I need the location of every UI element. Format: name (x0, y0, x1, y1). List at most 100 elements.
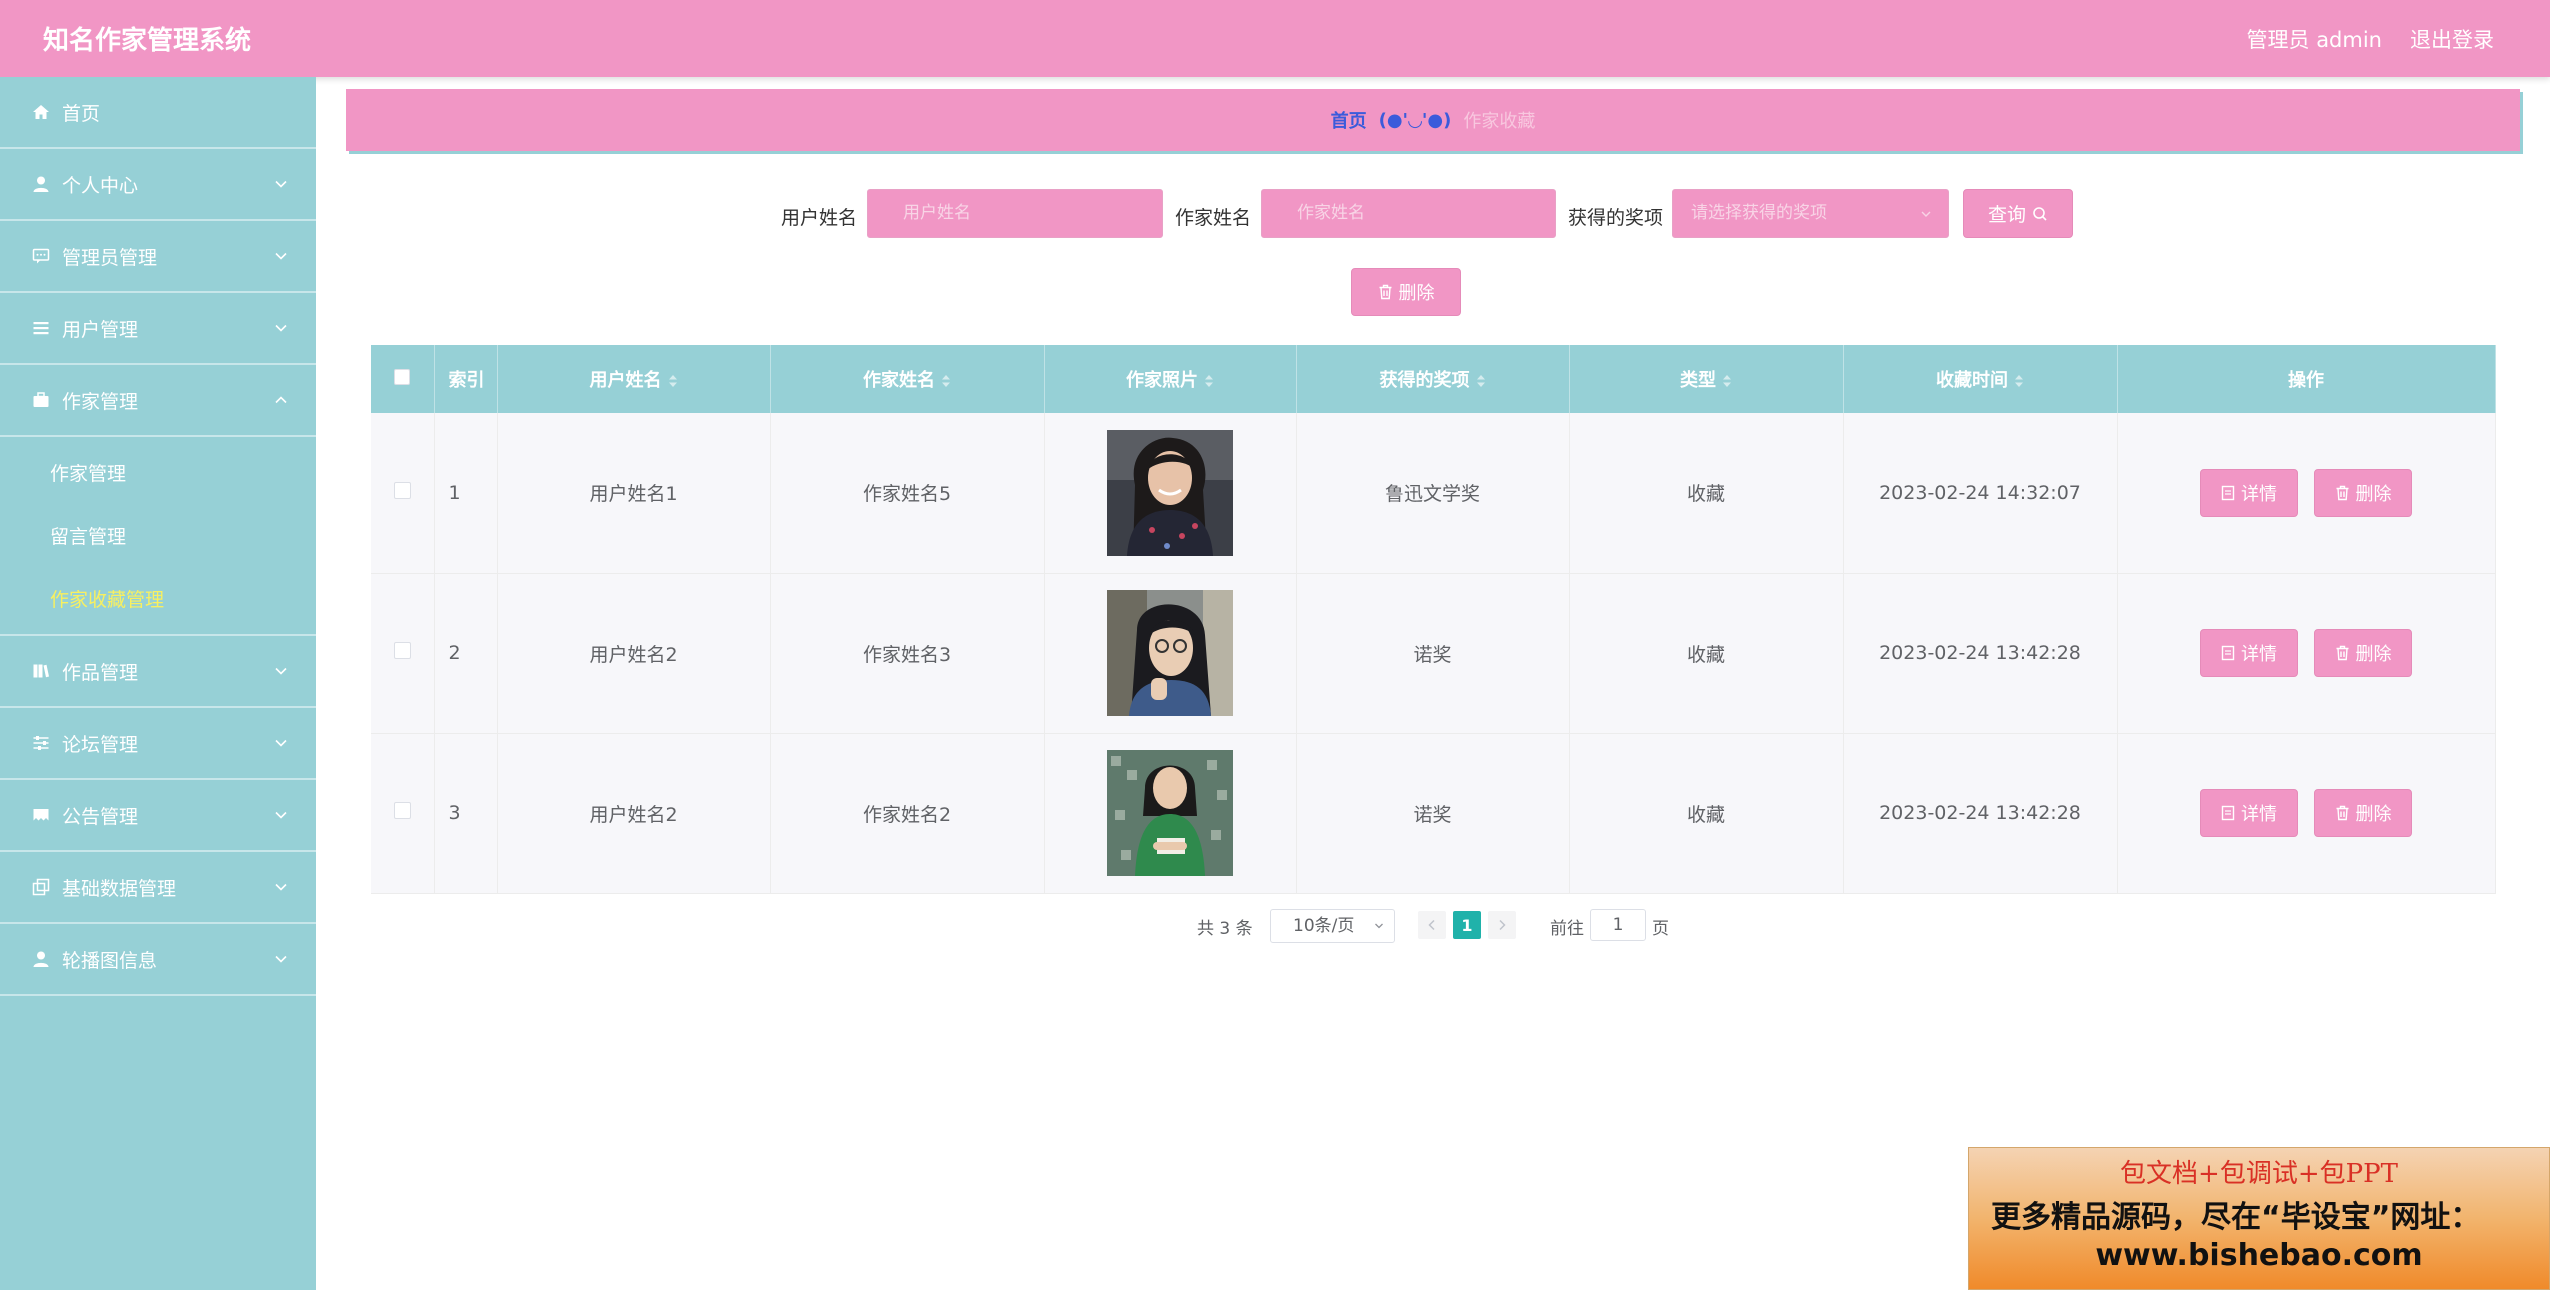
header-collect-time-label: 收藏时间 (1936, 370, 2008, 391)
writers-submenu: 作家管理 留言管理 作家收藏管理 (0, 437, 316, 636)
app-title: 知名作家管理系统 (43, 26, 252, 56)
sidebar-item-home[interactable]: 首页 (0, 77, 316, 149)
detail-button-label: 详情 (2240, 644, 2277, 665)
breadcrumb-home[interactable]: 首页 (1331, 107, 1367, 133)
header-collect-time[interactable]: 收藏时间 (1843, 345, 2118, 413)
table-header-row: 索引 用户姓名 作家姓名 作家照片 获得的奖项 类型 收藏时间 操作 (371, 345, 2496, 413)
sidebar-item-label: 作家管理 (62, 390, 139, 413)
detail-button[interactable]: 详情 (2199, 468, 2298, 517)
sidebar-item-writers[interactable]: 作家管理 (0, 365, 316, 437)
header-writer-name[interactable]: 作家姓名 (770, 345, 1045, 413)
copy-icon (30, 876, 52, 898)
goto-label: 前往 (1550, 919, 1584, 939)
header-user-name[interactable]: 用户姓名 (497, 345, 771, 413)
search-icon (2033, 206, 2047, 221)
delete-button[interactable]: 删除 (2314, 629, 2413, 677)
user-name-input[interactable]: 用户姓名 (867, 189, 1163, 238)
delete-button[interactable]: 删除 (2314, 789, 2413, 837)
chevron-down-icon (1375, 923, 1383, 929)
header-award[interactable]: 获得的奖项 (1296, 345, 1570, 413)
header-award-label: 获得的奖项 (1379, 370, 1470, 391)
chevron-left-icon (1428, 919, 1435, 931)
writer-photo[interactable] (1107, 590, 1233, 716)
sort-icon (668, 375, 677, 387)
submenu-message-manage[interactable]: 留言管理 (0, 504, 316, 567)
submenu-writer-manage[interactable]: 作家管理 (0, 441, 316, 504)
header-writer-photo-label: 作家照片 (1126, 370, 1198, 391)
award-select[interactable]: 请选择获得的奖项 (1672, 189, 1949, 238)
header-writer-photo[interactable]: 作家照片 (1044, 345, 1297, 413)
row-checkbox[interactable] (393, 642, 411, 659)
table-row: 1 用户姓名1 作家姓名5 鲁迅文学奖 收藏 2023-02-24 14:32:… (371, 413, 2496, 574)
row-writer-name: 作家姓名3 (770, 573, 1045, 734)
page-size-select[interactable]: 10条/页 (1270, 909, 1395, 943)
row-award: 诺奖 (1296, 733, 1570, 894)
delete-button-label: 删除 (2355, 483, 2392, 505)
logout-link[interactable]: 退出登录 (2410, 24, 2494, 54)
chevron-up-icon (275, 396, 287, 404)
award-label: 获得的奖项 (1568, 207, 1664, 229)
row-actions: 详情 删除 (2117, 733, 2496, 894)
sidebar-item-label: 轮播图信息 (62, 949, 158, 972)
megaphone-icon (30, 804, 52, 826)
submenu-writer-collection[interactable]: 作家收藏管理 (0, 567, 316, 630)
row-writer-name: 作家姓名5 (770, 413, 1045, 574)
award-select-placeholder: 请选择获得的奖项 (1691, 203, 1827, 223)
chevron-down-icon (1921, 211, 1931, 217)
goto-page-input[interactable]: 1 (1590, 909, 1646, 941)
sidebar-item-forum[interactable]: 论坛管理 (0, 708, 316, 780)
detail-button[interactable]: 详情 (2199, 789, 2298, 837)
page-size-value: 10条/页 (1293, 916, 1355, 936)
table-row: 3 用户姓名2 作家姓名2 诺奖 收藏 2023-02-24 13:42:28 … (371, 733, 2496, 894)
promo-url: www.bishebao.com (2095, 1238, 2423, 1273)
sort-icon (1723, 375, 1731, 387)
pagination-total: 共 3 条 (1197, 919, 1253, 939)
trash-icon (1379, 284, 1391, 300)
prev-page-button[interactable] (1418, 911, 1446, 939)
batch-delete-label: 删除 (1398, 283, 1435, 304)
row-checkbox[interactable] (393, 481, 411, 499)
row-index: 1 (434, 413, 498, 574)
row-collect-time: 2023-02-24 13:42:28 (1843, 573, 2118, 734)
header-index: 索引 (434, 345, 498, 413)
query-button[interactable]: 查询 (1963, 189, 2073, 238)
row-user-name: 用户姓名2 (497, 573, 771, 734)
writer-name-input[interactable]: 作家姓名 (1261, 189, 1556, 238)
sort-icon (2015, 375, 2023, 387)
sidebar-item-notice[interactable]: 公告管理 (0, 780, 316, 852)
select-all-checkbox[interactable] (394, 368, 411, 385)
chevron-down-icon (275, 883, 287, 891)
sidebar-item-users[interactable]: 用户管理 (0, 293, 316, 365)
chevron-down-icon (275, 667, 287, 675)
book-icon (30, 660, 52, 682)
page-number-current[interactable]: 1 (1453, 911, 1481, 939)
row-select-cell (371, 573, 435, 734)
row-checkbox[interactable] (393, 802, 411, 819)
header-type[interactable]: 类型 (1569, 345, 1844, 413)
row-award: 鲁迅文学奖 (1296, 413, 1570, 574)
writer-photo[interactable] (1107, 429, 1233, 556)
next-page-button[interactable] (1488, 911, 1516, 939)
row-user-name: 用户姓名2 (497, 733, 771, 894)
chevron-down-icon (275, 739, 287, 747)
batch-delete-button[interactable]: 删除 (1351, 268, 1461, 316)
delete-button-label: 删除 (2355, 804, 2392, 825)
user-name-label: 用户姓名 (781, 207, 858, 229)
chevron-right-icon (1499, 919, 1506, 931)
sidebar-item-label: 公告管理 (62, 805, 139, 828)
delete-button[interactable]: 删除 (2314, 468, 2413, 517)
row-photo-cell (1044, 573, 1297, 734)
page-suffix: 页 (1652, 919, 1669, 939)
query-button-label: 查询 (1987, 204, 2026, 226)
promo-banner[interactable]: 包文档+包调试+包PPT 更多精品源码，尽在“毕设宝”网址： www.bishe… (1968, 1147, 2550, 1290)
sidebar-item-works[interactable]: 作品管理 (0, 636, 316, 708)
writer-photo[interactable] (1107, 750, 1233, 876)
detail-button[interactable]: 详情 (2199, 629, 2298, 677)
pagination: 共 3 条 10条/页 1 前往 1 页 (0, 908, 2550, 944)
chevron-down-icon (275, 811, 287, 819)
sort-icon (1476, 375, 1485, 387)
admin-label: 管理员 admin (2246, 28, 2382, 52)
top-header: 知名作家管理系统 管理员 admin 退出登录 (0, 0, 2550, 77)
chevron-down-icon (275, 252, 287, 260)
sidebar: 首页 个人中心 管理员管理 用户管理 作家管理 作家管理 留言管理 作家收藏管理 (0, 77, 316, 1290)
